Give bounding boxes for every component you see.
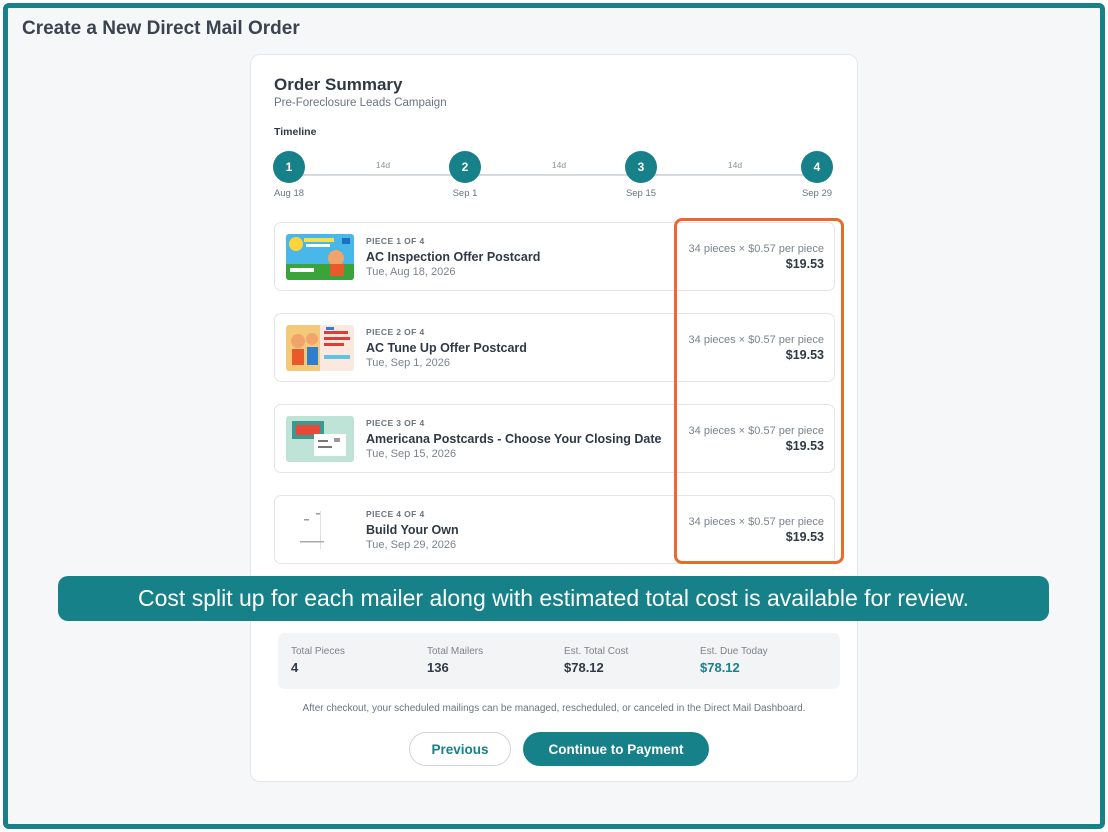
est-total-cost: Est. Total Cost $78.12 xyxy=(564,646,628,675)
postcard-thumbnail xyxy=(286,416,354,462)
previous-button[interactable]: Previous xyxy=(409,732,511,766)
piece-rate: 34 pieces × $0.57 per piece xyxy=(688,334,824,346)
total-label: Total Pieces xyxy=(291,646,345,657)
piece-send-date: Tue, Sep 29, 2026 xyxy=(366,539,457,551)
total-value: $78.12 xyxy=(700,660,740,675)
timeline-date: Sep 29 xyxy=(801,188,833,199)
total-value: 136 xyxy=(427,660,449,675)
piece-number: PIECE 4 OF 4 xyxy=(366,509,425,519)
piece-number: PIECE 2 OF 4 xyxy=(366,327,425,337)
piece-rate: 34 pieces × $0.57 per piece xyxy=(688,425,824,437)
summary-title: Order Summary xyxy=(274,75,403,94)
est-due-today: Est. Due Today $78.12 xyxy=(700,646,768,675)
piece-send-date: Tue, Aug 18, 2026 xyxy=(366,266,456,278)
mail-piece-card: PIECE 3 OF 4 Americana Postcards - Choos… xyxy=(274,404,835,473)
mail-piece-card: PIECE 2 OF 4 AC Tune Up Offer Postcard T… xyxy=(274,313,835,382)
piece-price: $19.53 xyxy=(785,530,824,544)
piece-price: $19.53 xyxy=(785,257,824,271)
piece-price: $19.53 xyxy=(785,439,824,453)
total-label: Total Mailers xyxy=(427,646,484,657)
piece-name: Build Your Own xyxy=(366,523,459,537)
total-pieces: Total Pieces 4 xyxy=(291,646,345,675)
timeline-date: Sep 15 xyxy=(625,188,657,199)
piece-name: Americana Postcards - Choose Your Closin… xyxy=(366,432,662,446)
page-title: Create a New Direct Mail Order xyxy=(22,18,300,39)
total-label: Est. Due Today xyxy=(700,646,768,657)
total-label: Est. Total Cost xyxy=(564,646,629,657)
timeline-gap-label: 14d xyxy=(715,160,755,170)
timeline-step-3: 3 xyxy=(625,151,657,183)
postcard-thumbnail xyxy=(286,507,354,553)
campaign-name: Pre-Foreclosure Leads Campaign xyxy=(274,97,447,109)
total-value: $78.12 xyxy=(564,660,604,675)
timeline-step-2: 2 xyxy=(449,151,481,183)
tutorial-callout: Cost split up for each mailer along with… xyxy=(58,576,1049,621)
piece-number: PIECE 3 OF 4 xyxy=(366,418,425,428)
checkout-footnote: After checkout, your scheduled mailings … xyxy=(302,703,806,714)
timeline-track xyxy=(289,174,819,176)
timeline-date: Sep 1 xyxy=(452,188,478,199)
piece-price: $19.53 xyxy=(785,348,824,362)
piece-name: AC Inspection Offer Postcard xyxy=(366,250,541,264)
mail-piece-card: PIECE 1 OF 4 AC Inspection Offer Postcar… xyxy=(274,222,835,291)
timeline-step-4: 4 xyxy=(801,151,833,183)
total-mailers: Total Mailers 136 xyxy=(427,646,483,675)
order-totals: Total Pieces 4 Total Mailers 136 Est. To… xyxy=(278,633,840,689)
piece-rate: 34 pieces × $0.57 per piece xyxy=(688,243,824,255)
timeline-gap-label: 14d xyxy=(539,160,579,170)
piece-send-date: Tue, Sep 15, 2026 xyxy=(366,448,457,460)
total-value: 4 xyxy=(291,660,299,675)
timeline-gap-label: 14d xyxy=(363,160,403,170)
timeline-step-1: 1 xyxy=(273,151,305,183)
continue-to-payment-button[interactable]: Continue to Payment xyxy=(523,732,709,766)
piece-rate: 34 pieces × $0.57 per piece xyxy=(688,516,824,528)
timeline-label: Timeline xyxy=(274,126,317,138)
mail-piece-card: PIECE 4 OF 4 Build Your Own Tue, Sep 29,… xyxy=(274,495,835,564)
piece-send-date: Tue, Sep 1, 2026 xyxy=(366,357,450,369)
piece-name: AC Tune Up Offer Postcard xyxy=(366,341,527,355)
timeline-date: Aug 18 xyxy=(273,188,305,199)
postcard-thumbnail xyxy=(286,325,354,371)
postcard-thumbnail xyxy=(286,234,354,280)
piece-number: PIECE 1 OF 4 xyxy=(366,236,425,246)
